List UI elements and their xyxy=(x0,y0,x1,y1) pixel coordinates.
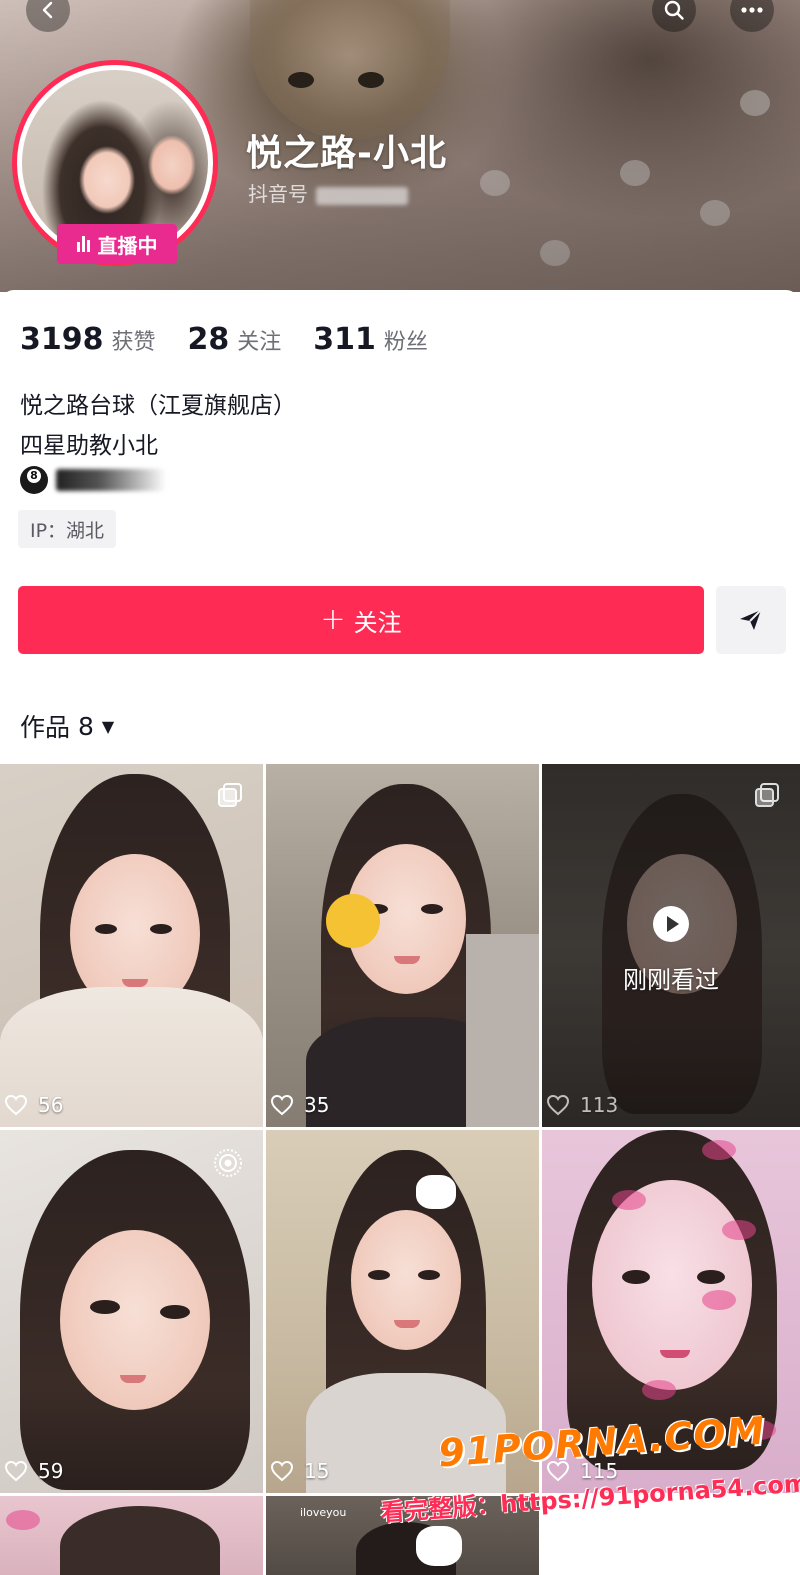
stats-row: 3198 获赞 28 关注 311 粉丝 xyxy=(20,322,428,357)
heart-icon xyxy=(4,1460,28,1482)
bio-line-3 xyxy=(20,466,166,494)
plus-icon: + xyxy=(320,602,346,637)
thumbnail-eye xyxy=(90,1300,120,1314)
douyin-id-value-blurred xyxy=(316,186,408,205)
kiss-sticker xyxy=(6,1510,40,1530)
stat-followers-label: 粉丝 xyxy=(383,330,428,355)
tab-works[interactable]: 作品 8 ▼ xyxy=(20,708,114,744)
live-badge-label: 直播中 xyxy=(97,233,158,258)
thumbnail-mouth xyxy=(394,1320,420,1328)
cat-sticker xyxy=(416,1175,456,1209)
bio-line-1: 悦之路台球（江夏旗舰店） xyxy=(20,393,296,419)
play-circle-icon xyxy=(653,906,689,942)
stat-following[interactable]: 28 关注 xyxy=(188,322,282,357)
multi-image-icon xyxy=(755,783,779,807)
like-count-value: 15 xyxy=(304,1459,330,1483)
thumbnail-face xyxy=(60,1230,210,1410)
billiard-8-ball-icon xyxy=(20,466,48,494)
douyin-id: 抖音号 xyxy=(248,178,408,207)
heart-icon xyxy=(270,1094,294,1116)
like-count-value: 35 xyxy=(304,1093,330,1117)
thumbnail-face xyxy=(592,1180,752,1390)
heart-icon xyxy=(270,1460,294,1482)
like-count: 59 xyxy=(4,1459,63,1483)
thumbnail-eye xyxy=(697,1270,725,1284)
stat-likes[interactable]: 3198 获赞 xyxy=(20,322,156,357)
video-tile[interactable]: 35 xyxy=(266,764,539,1127)
ip-location-tag: IP：湖北 xyxy=(18,510,117,548)
like-count: 35 xyxy=(270,1093,329,1117)
thumbnail-eye xyxy=(368,1270,390,1280)
stat-followers-value: 311 xyxy=(313,322,376,357)
thumbnail-eye xyxy=(95,924,117,934)
douyin-id-label: 抖音号 xyxy=(248,182,308,206)
heart-icon xyxy=(546,1094,570,1116)
recently-watched-label: 刚刚看过 xyxy=(623,966,719,994)
bio-line-3-blurred xyxy=(56,469,166,491)
like-count-value: 56 xyxy=(38,1093,64,1117)
video-tile[interactable]: 刚刚看过 113 xyxy=(542,764,800,1127)
stat-following-label: 关注 xyxy=(237,330,282,355)
thumbnail-mouth xyxy=(122,979,148,987)
follow-button-label: 关注 xyxy=(353,608,402,637)
bio-line-2: 四星助教小北 xyxy=(20,433,158,459)
stat-following-value: 28 xyxy=(187,322,230,357)
thumbnail-caption: iloveyou xyxy=(300,1506,347,1519)
more-dots-icon xyxy=(741,7,763,13)
cat-sticker xyxy=(416,1526,462,1566)
thumbnail-mouth xyxy=(660,1350,690,1358)
like-count-value: 113 xyxy=(580,1093,619,1117)
stat-followers[interactable]: 311 粉丝 xyxy=(313,322,428,357)
display-name: 悦之路-小北 xyxy=(246,133,447,174)
multi-image-icon xyxy=(218,783,242,807)
profile-cover: 直播中 悦之路-小北 抖音号 xyxy=(0,0,800,292)
kiss-sticker xyxy=(702,1140,736,1160)
tab-works-label: 作品 xyxy=(20,713,71,742)
chevron-left-icon xyxy=(42,1,53,19)
stat-likes-label: 获赞 xyxy=(111,330,156,355)
thumbnail-mouth xyxy=(394,956,420,964)
like-count: 56 xyxy=(4,1093,63,1117)
thumbnail-eye xyxy=(421,904,443,914)
kiss-sticker xyxy=(612,1190,646,1210)
video-tile[interactable]: 59 xyxy=(0,1130,263,1493)
thumbnail-face xyxy=(351,1210,461,1350)
thumbnail-eye xyxy=(418,1270,440,1280)
video-tile[interactable]: 56 xyxy=(0,764,263,1127)
like-count: 113 xyxy=(546,1093,618,1117)
live-badge[interactable]: 直播中 xyxy=(57,224,177,264)
search-icon xyxy=(664,0,684,20)
kiss-sticker xyxy=(642,1380,676,1400)
tab-works-count: 8 xyxy=(78,711,94,741)
share-button[interactable] xyxy=(716,586,786,654)
video-tile[interactable] xyxy=(0,1496,263,1575)
live-photo-icon xyxy=(214,1149,242,1177)
thumbnail-mouth xyxy=(120,1375,146,1383)
send-arrow-icon xyxy=(740,609,762,630)
heart-icon xyxy=(4,1094,28,1116)
caret-down-icon: ▼ xyxy=(101,716,115,736)
waving-hand-sticker xyxy=(326,894,380,948)
thumbnail-eye xyxy=(160,1305,190,1319)
thumbnail-eye xyxy=(150,924,172,934)
kiss-sticker xyxy=(722,1220,756,1240)
thumbnail-figure xyxy=(60,1506,220,1575)
follow-button[interactable]: + 关注 xyxy=(18,586,704,654)
recently-watched: 刚刚看过 xyxy=(542,904,800,995)
like-count-value: 59 xyxy=(38,1459,64,1483)
stat-likes-value: 3198 xyxy=(20,322,104,357)
live-bars-icon xyxy=(76,236,90,252)
thumbnail-eye xyxy=(622,1270,650,1284)
like-count: 15 xyxy=(270,1459,329,1483)
thumbnail-cardigan xyxy=(466,934,539,1127)
profile-info: 3198 获赞 28 关注 311 粉丝 悦之路台球（江夏旗舰店） 四星助教小北… xyxy=(0,290,800,760)
kiss-sticker xyxy=(702,1290,736,1310)
